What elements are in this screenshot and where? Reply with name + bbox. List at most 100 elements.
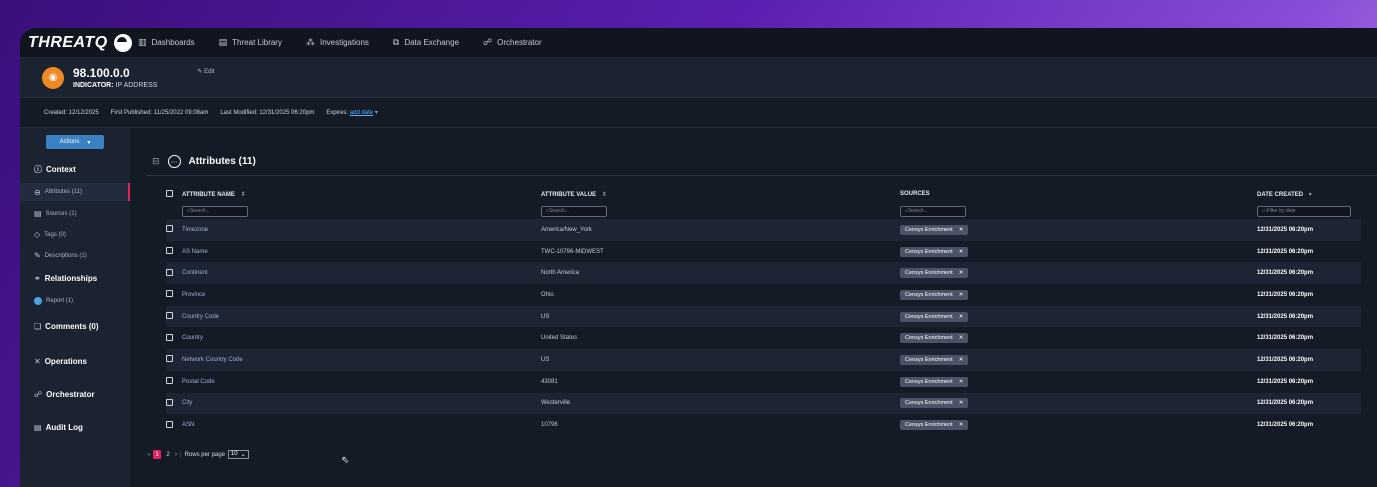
close-icon[interactable]: ✕ [959,227,964,233]
source-tag[interactable]: Censys Enrichment ✕ [900,224,969,235]
attribute-name[interactable]: AS Name [182,249,541,255]
row-checkbox[interactable] [166,420,173,428]
attribute-name[interactable]: City [182,400,541,406]
source-tag[interactable]: Censys Enrichment ✕ [900,289,969,300]
indicator-type: INDICATOR: IP ADDRESS [73,82,157,89]
row-checkbox[interactable] [166,312,173,320]
close-icon[interactable]: ✕ [959,292,964,298]
source-tag[interactable]: Censys Enrichment ✕ [900,420,969,431]
attribute-value[interactable]: United States [541,335,900,341]
row-checkbox[interactable] [166,398,173,406]
row-select-cell [166,312,182,321]
close-icon[interactable]: ✕ [959,335,964,341]
attribute-value[interactable]: US [541,357,900,363]
attribute-name[interactable]: Country Code [182,314,541,320]
attribute-value[interactable]: 10796 [541,422,900,428]
sidebar-section-comments[interactable]: ❏ Comments (0) [34,322,99,331]
close-icon[interactable]: ✕ [959,379,964,385]
section-label: Context [46,165,76,174]
attribute-value[interactable]: North America [541,270,900,276]
row-checkbox[interactable] [166,333,173,341]
sidebar-item-tags[interactable]: ◇ Tags (0) [34,230,130,239]
close-icon[interactable]: ✕ [959,314,964,320]
close-icon[interactable]: ✕ [959,357,964,363]
column-header-name[interactable]: ATTRIBUTE NAME ⇕ [182,191,541,198]
attribute-name-search-input[interactable]: ⌕ Search... [182,205,248,217]
source-cell: Censys Enrichment ✕ [900,376,1257,387]
sidebar-section-audit-log[interactable]: ▤ Audit Log [34,423,83,432]
attribute-name[interactable]: Network Country Code [182,357,541,363]
filter-cell-name: ⌕ Search... [182,205,541,217]
row-select-cell [166,268,182,278]
attribute-value[interactable]: Westerville [541,400,900,406]
rows-per-page-select[interactable]: 10 ⌄ [227,450,249,459]
attribute-value[interactable]: America/New_York [541,227,900,233]
actions-button[interactable]: Actions ▾ [46,135,104,149]
sidebar-section-operations[interactable]: ✕ Operations [34,357,87,366]
sidebar-item-sources[interactable]: ▤ Sources (1) [34,209,130,218]
source-tag[interactable]: Censys Enrichment ✕ [900,333,969,344]
close-icon[interactable]: ✕ [959,249,964,255]
close-icon[interactable]: ✕ [959,400,964,406]
prev-page-icon[interactable]: ‹ [148,452,150,458]
sidebar-item-report[interactable]: Report (1) [34,297,130,305]
sidebar-section-orchestrator[interactable]: ☍ Orchestrator [34,390,95,399]
edit-button[interactable]: ✎ Edit [197,68,214,75]
nav-orchestrator[interactable]: ☍ Orchestrator [483,37,542,48]
source-tag[interactable]: Censys Enrichment ✕ [900,398,969,409]
source-label: Censys Enrichment [905,422,953,429]
edit-label: Edit [204,69,215,75]
attribute-value[interactable]: TWC-10796-MIDWEST [541,249,900,255]
date-filter-input[interactable]: ▭ Filter by date [1257,205,1351,217]
date-created: 12/31/2025 06:20pm [1257,226,1314,233]
attribute-name[interactable]: ASN [182,422,541,428]
attribute-name[interactable]: Postal Code [182,379,541,385]
add-date-link[interactable]: add date [350,110,373,116]
attribute-name[interactable]: Country [182,335,541,341]
sidebar-item-descriptions[interactable]: ✎ Descriptions (1) [34,251,130,260]
next-page-icon[interactable]: › [175,452,177,458]
column-header-value[interactable]: ATTRIBUTE VALUE ⇕ [541,191,900,198]
attribute-name[interactable]: Province [182,292,541,298]
expires-label: Expires: [326,110,349,116]
source-tag[interactable]: Censys Enrichment ✕ [900,311,969,322]
source-tag[interactable]: Censys Enrichment ✕ [900,376,969,387]
collapse-icon[interactable]: ⊟ [152,156,160,167]
column-label: ATTRIBUTE VALUE [541,191,597,198]
source-tag[interactable]: Censys Enrichment ✕ [900,354,969,365]
row-checkbox[interactable] [166,290,173,298]
attribute-value[interactable]: US [541,314,900,320]
sidebar-item-attributes[interactable]: ⊖ Attributes (11) [20,183,130,201]
sidebar-section-context[interactable]: ⓘ Context [34,164,76,175]
attribute-value-search-input[interactable]: ⌕ Search... [541,205,607,217]
attributes-title: Attributes (11) [188,156,256,167]
attribute-name[interactable]: Continent [182,270,541,276]
nav-investigations[interactable]: ⁂ Investigations [306,37,369,48]
attribute-value[interactable]: Ohio [541,292,900,298]
source-tag[interactable]: Censys Enrichment ✕ [900,246,969,257]
row-checkbox[interactable] [166,225,173,233]
row-checkbox[interactable] [166,247,173,255]
row-checkbox[interactable] [166,355,173,363]
nav-dashboards[interactable]: ▥ Dashboards [138,37,195,48]
page-1-button[interactable]: 1 [153,450,161,459]
brand-logo[interactable]: THREATQ [28,33,138,52]
close-icon[interactable]: ✕ [959,270,964,276]
row-checkbox[interactable] [166,268,173,276]
attribute-name[interactable]: Timezone [182,227,541,233]
nav-threat-library[interactable]: ▤ Threat Library [219,37,282,48]
column-header-date[interactable]: DATE CREATED ▾ [1257,191,1361,198]
select-all-checkbox[interactable] [166,189,173,197]
row-checkbox[interactable] [166,377,173,385]
sidebar-section-relationships[interactable]: ⚭ Relationships [34,274,97,283]
source-cell: Censys Enrichment ✕ [900,420,1257,431]
page-2-button[interactable]: 2 [164,450,172,459]
source-tag[interactable]: Censys Enrichment ✕ [900,268,969,279]
more-icon: ⋯ [167,155,181,168]
attribute-value[interactable]: 43081 [541,379,900,385]
caret-down-icon[interactable]: ▾ [375,110,378,116]
row-select-cell [166,398,182,408]
close-icon[interactable]: ✕ [959,422,964,428]
nav-data-exchange[interactable]: ⧉ Data Exchange [393,37,459,48]
sources-search-input[interactable]: ⌕ Search... [900,205,966,217]
